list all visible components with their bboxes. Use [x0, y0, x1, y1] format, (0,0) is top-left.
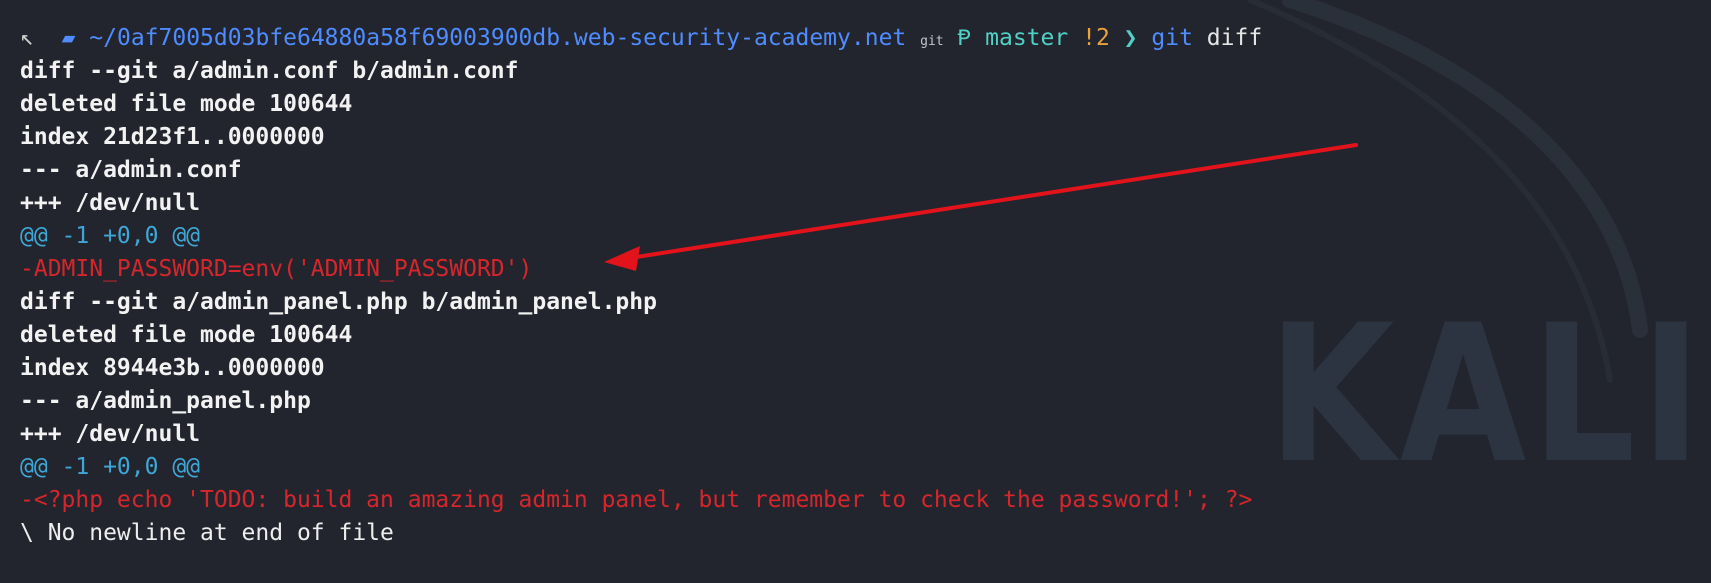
terminal-output: ↖ ▰ ~/0af7005d03bfe64880a58f69003900db.w… [20, 22, 1701, 550]
no-newline-notice: \ No newline at end of file [20, 520, 394, 546]
diff-hunk-header: @@ -1 +0,0 @@ [20, 223, 201, 249]
branch-icon: Ᵽ [957, 25, 972, 51]
diff-mode-line: deleted file mode 100644 [20, 322, 353, 348]
prompt-corner-icon: ↖ [20, 25, 34, 51]
diff-removed-line: -<?php echo 'TODO: build an amazing admi… [20, 487, 1253, 513]
diff-new-file-line: +++ /dev/null [20, 421, 201, 447]
diff-index-line: index 8944e3b..0000000 [20, 355, 325, 381]
diff-header-line: diff --git a/admin_panel.php b/admin_pan… [20, 289, 657, 315]
shell-prompt: ↖ ▰ ~/0af7005d03bfe64880a58f69003900db.w… [20, 22, 1701, 55]
diff-mode-line: deleted file mode 100644 [20, 91, 353, 117]
folder-icon: ▰ [61, 25, 76, 51]
git-branch: master [985, 25, 1069, 51]
command-argument: diff [1206, 25, 1263, 51]
prompt-chevron-icon: ❯ [1123, 25, 1138, 51]
working-directory: ~/0af7005d03bfe64880a58f69003900db.web-s… [89, 25, 907, 51]
diff-index-line: index 21d23f1..0000000 [20, 124, 325, 150]
git-icon: git [920, 34, 944, 49]
diff-removed-line: -ADMIN_PASSWORD=env('ADMIN_PASSWORD') [20, 256, 533, 282]
command-name: git [1151, 25, 1193, 51]
diff-old-file-line: --- a/admin.conf [20, 157, 242, 183]
diff-header-line: diff --git a/admin.conf b/admin.conf [20, 58, 519, 84]
diff-hunk-header: @@ -1 +0,0 @@ [20, 454, 201, 480]
diff-old-file-line: --- a/admin_panel.php [20, 388, 311, 414]
terminal-window[interactable]: KALI ↖ ▰ ~/0af7005d03bfe64880a58f6900390… [0, 0, 1711, 583]
diff-new-file-line: +++ /dev/null [20, 190, 201, 216]
git-dirty-count: !2 [1082, 25, 1110, 51]
